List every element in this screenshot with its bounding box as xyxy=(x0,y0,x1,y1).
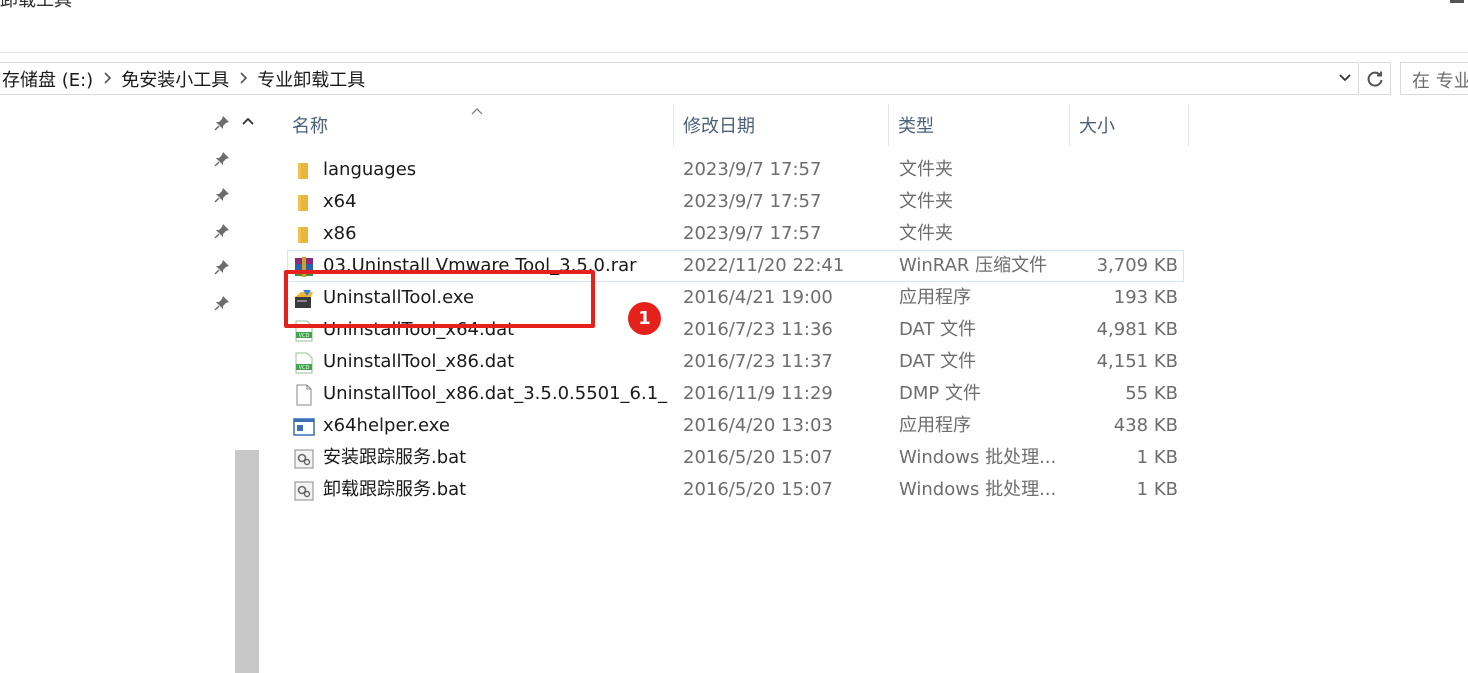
file-name: UninstallTool_x86.dat xyxy=(323,351,515,372)
refresh-icon xyxy=(1367,71,1383,87)
file-size xyxy=(1078,187,1178,217)
file-name: 卸载跟踪服务.bat xyxy=(323,479,467,500)
file-date: 2016/11/9 11:29 xyxy=(683,383,833,404)
file-size: 438 KB xyxy=(1113,415,1178,436)
file-type: 文件夹 xyxy=(899,191,953,212)
file-row[interactable]: 卸载跟踪服务.bat 2016/5/20 15:07 Windows 批处理..… xyxy=(287,474,1184,506)
file-size: 193 KB xyxy=(1113,287,1178,308)
minimize-icon[interactable] xyxy=(1450,0,1464,3)
window-title-bar: 卸载工具 xyxy=(0,0,1468,53)
file-row[interactable]: x86 2023/9/7 17:57 文件夹 xyxy=(287,218,1184,250)
file-size xyxy=(1078,155,1178,185)
chevron-right-icon[interactable] xyxy=(95,70,119,89)
file-date: 2023/9/7 17:57 xyxy=(683,223,822,244)
file-type: 应用程序 xyxy=(899,415,971,436)
svg-text:VCD: VCD xyxy=(299,333,310,339)
annotation-highlight-box xyxy=(284,270,595,328)
file-row[interactable]: languages 2023/9/7 17:57 文件夹 xyxy=(287,154,1184,186)
breadcrumb-folder-tools[interactable]: 免安装小工具 xyxy=(119,66,231,92)
file-date: 2016/7/23 11:37 xyxy=(683,351,833,372)
file-name: x64helper.exe xyxy=(323,415,450,436)
file-size: 3,709 KB xyxy=(1096,255,1178,276)
file-date: 2016/5/20 15:07 xyxy=(683,479,833,500)
file-row[interactable]: 安装跟踪服务.bat 2016/5/20 15:07 Windows 批处理..… xyxy=(287,442,1184,474)
file-list: languages 2023/9/7 17:57 文件夹 x64 2023/9/… xyxy=(287,154,1184,506)
file-type: Windows 批处理... xyxy=(899,479,1057,500)
file-row[interactable]: UninstallTool_x86.dat_3.5.0.5501_6.1_...… xyxy=(287,378,1184,410)
file-row[interactable]: x64helper.exe 2016/4/20 13:03 应用程序 438 K… xyxy=(287,410,1184,442)
blank-file-icon xyxy=(293,384,315,406)
pin-icon[interactable] xyxy=(213,150,231,168)
folder-icon xyxy=(293,224,315,246)
file-date: 2016/5/20 15:07 xyxy=(683,447,833,468)
file-name: 安装跟踪服务.bat xyxy=(323,447,467,468)
file-size: 4,981 KB xyxy=(1096,319,1178,340)
file-type: WinRAR 压缩文件 xyxy=(899,255,1048,276)
file-size: 1 KB xyxy=(1136,479,1178,500)
file-name: languages xyxy=(323,159,417,180)
file-date: 2016/7/23 11:36 xyxy=(683,319,833,340)
pin-icon[interactable] xyxy=(213,186,231,204)
svg-text:VCD: VCD xyxy=(299,365,310,371)
column-header-type[interactable]: 类型 xyxy=(890,104,1070,146)
file-size xyxy=(1078,219,1178,249)
window-title: 卸载工具 xyxy=(0,0,72,11)
column-header-date-label: 修改日期 xyxy=(683,116,755,137)
search-input[interactable]: 在 专业 xyxy=(1400,62,1468,95)
file-size: 4,151 KB xyxy=(1096,351,1178,372)
search-placeholder: 在 专业 xyxy=(1412,71,1468,92)
pin-icon[interactable] xyxy=(213,114,231,132)
file-row[interactable]: x64 2023/9/7 17:57 文件夹 xyxy=(287,186,1184,218)
file-size: 55 KB xyxy=(1125,383,1178,404)
pin-icon[interactable] xyxy=(213,222,231,240)
file-date: 2023/9/7 17:57 xyxy=(683,191,822,212)
file-date: 2022/11/20 22:41 xyxy=(683,255,845,276)
folder-icon xyxy=(293,160,315,182)
chevron-up-icon[interactable] xyxy=(239,112,257,130)
folder-icon xyxy=(293,192,315,214)
batch-file-icon xyxy=(293,448,315,470)
breadcrumb: 存储盘 (E:) 免安装小工具 专业卸载工具 xyxy=(0,67,367,91)
column-header-size-label: 大小 xyxy=(1079,116,1115,137)
chevron-down-icon[interactable] xyxy=(1334,66,1356,90)
file-row[interactable]: VCD UninstallTool_x86.dat 2016/7/23 11:3… xyxy=(287,346,1184,378)
column-header-size[interactable]: 大小 xyxy=(1071,104,1189,146)
pin-icon[interactable] xyxy=(213,258,231,276)
column-header-date[interactable]: 修改日期 xyxy=(675,104,889,146)
file-type: Windows 批处理... xyxy=(899,447,1057,468)
column-header-name[interactable]: 名称 xyxy=(284,104,674,146)
breadcrumb-folder-current[interactable]: 专业卸载工具 xyxy=(255,66,367,92)
file-date: 2023/9/7 17:57 xyxy=(683,159,822,180)
file-date: 2016/4/21 19:00 xyxy=(683,287,833,308)
address-bar[interactable]: 存储盘 (E:) 免安装小工具 专业卸载工具 xyxy=(0,62,1359,95)
nav-scrollbar-thumb[interactable] xyxy=(235,450,259,673)
file-type: DAT 文件 xyxy=(899,351,977,372)
file-name: UninstallTool_x86.dat_3.5.0.5501_6.1_... xyxy=(323,383,668,404)
annotation-step-badge: 1 xyxy=(628,302,661,335)
file-size: 1 KB xyxy=(1136,447,1178,468)
exe-app-icon xyxy=(293,416,315,438)
breadcrumb-drive[interactable]: 存储盘 (E:) xyxy=(0,66,95,92)
file-type: 文件夹 xyxy=(899,223,953,244)
file-name: x64 xyxy=(323,191,357,212)
chevron-right-icon[interactable] xyxy=(231,70,255,89)
file-date: 2016/4/20 13:03 xyxy=(683,415,833,436)
file-type: 文件夹 xyxy=(899,159,953,180)
file-type: DAT 文件 xyxy=(899,319,977,340)
batch-file-icon xyxy=(293,480,315,502)
refresh-button[interactable] xyxy=(1360,62,1391,95)
column-header-name-label: 名称 xyxy=(292,116,328,137)
column-header-type-label: 类型 xyxy=(898,116,934,137)
file-name: x86 xyxy=(323,223,357,244)
pin-icon[interactable] xyxy=(213,294,231,312)
vcd-file-icon: VCD xyxy=(293,352,315,374)
file-type: 应用程序 xyxy=(899,287,971,308)
file-type: DMP 文件 xyxy=(899,383,981,404)
